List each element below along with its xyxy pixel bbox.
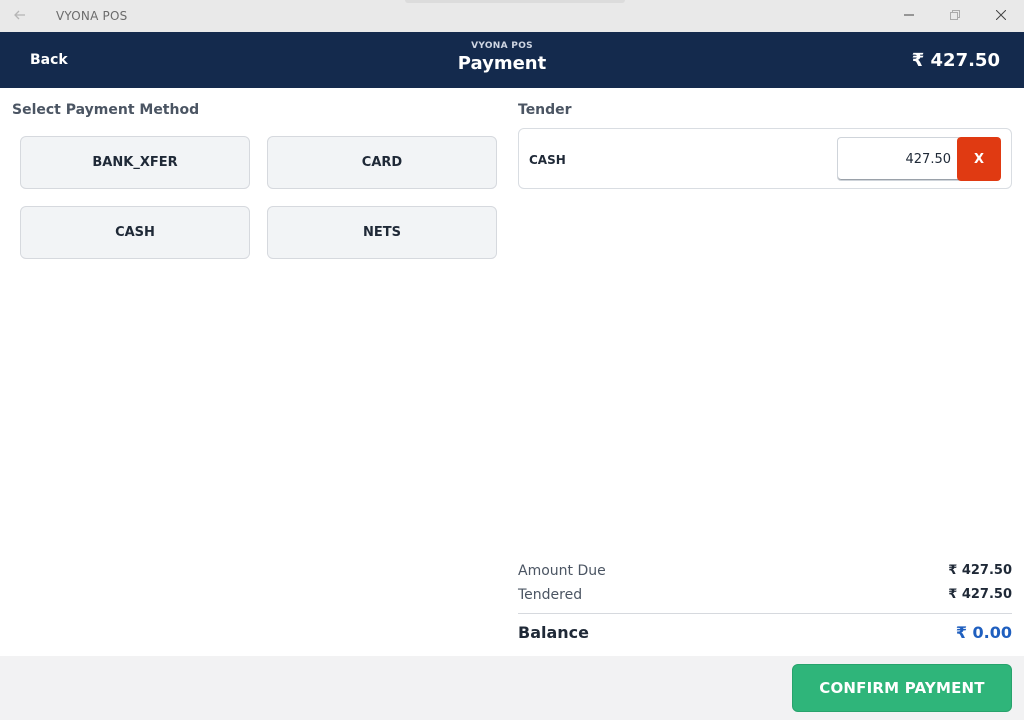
app-header: Back VYONA POS Payment ₹ 427.50 [0, 32, 1024, 88]
app-name: VYONA POS [471, 41, 533, 51]
footer-bar: CONFIRM PAYMENT [0, 656, 1024, 720]
tendered-row: Tendered ₹ 427.50 [518, 587, 1012, 603]
balance-label: Balance [518, 623, 589, 642]
payment-method-bank-xfer-button[interactable]: BANK_XFER [20, 136, 250, 189]
header-title-block: VYONA POS Payment [402, 41, 602, 74]
amount-due-label: Amount Due [518, 563, 606, 579]
window-controls [886, 0, 1024, 32]
payment-method-cash-button[interactable]: CASH [20, 206, 250, 259]
minimize-icon [904, 9, 914, 24]
payment-method-card-button[interactable]: CARD [267, 136, 497, 189]
window-back-button[interactable] [0, 0, 40, 32]
arrow-left-icon [14, 8, 26, 24]
window-drag-handle[interactable] [405, 0, 625, 3]
back-button[interactable]: Back [30, 32, 68, 88]
tender-amount-input[interactable] [837, 137, 959, 181]
payment-method-nets-button[interactable]: NETS [267, 206, 497, 259]
remove-tender-button[interactable]: X [957, 137, 1001, 181]
close-icon [995, 9, 1007, 24]
amount-due-value: ₹ 427.50 [948, 563, 1012, 578]
confirm-payment-button[interactable]: CONFIRM PAYMENT [792, 664, 1012, 712]
header-total: ₹ 427.50 [911, 49, 1000, 71]
page-title: Payment [457, 53, 547, 74]
balance-row: Balance ₹ 0.00 [518, 623, 1012, 642]
summary-divider [518, 613, 1012, 614]
close-window-button[interactable] [978, 0, 1024, 32]
window-title: VYONA POS [56, 9, 128, 23]
tendered-label: Tendered [518, 587, 583, 603]
amount-due-row: Amount Due ₹ 427.50 [518, 563, 1012, 579]
maximize-button[interactable] [932, 0, 978, 32]
tender-line: CASH X [518, 128, 1012, 189]
payment-method-label: Select Payment Method [12, 102, 200, 118]
balance-value: ₹ 0.00 [955, 623, 1012, 642]
tender-method-name: CASH [529, 152, 566, 167]
window-titlebar: VYONA POS [0, 0, 1024, 32]
tender-label: Tender [518, 102, 572, 118]
tendered-value: ₹ 427.50 [948, 587, 1012, 602]
restore-icon [950, 9, 960, 24]
minimize-button[interactable] [886, 0, 932, 32]
